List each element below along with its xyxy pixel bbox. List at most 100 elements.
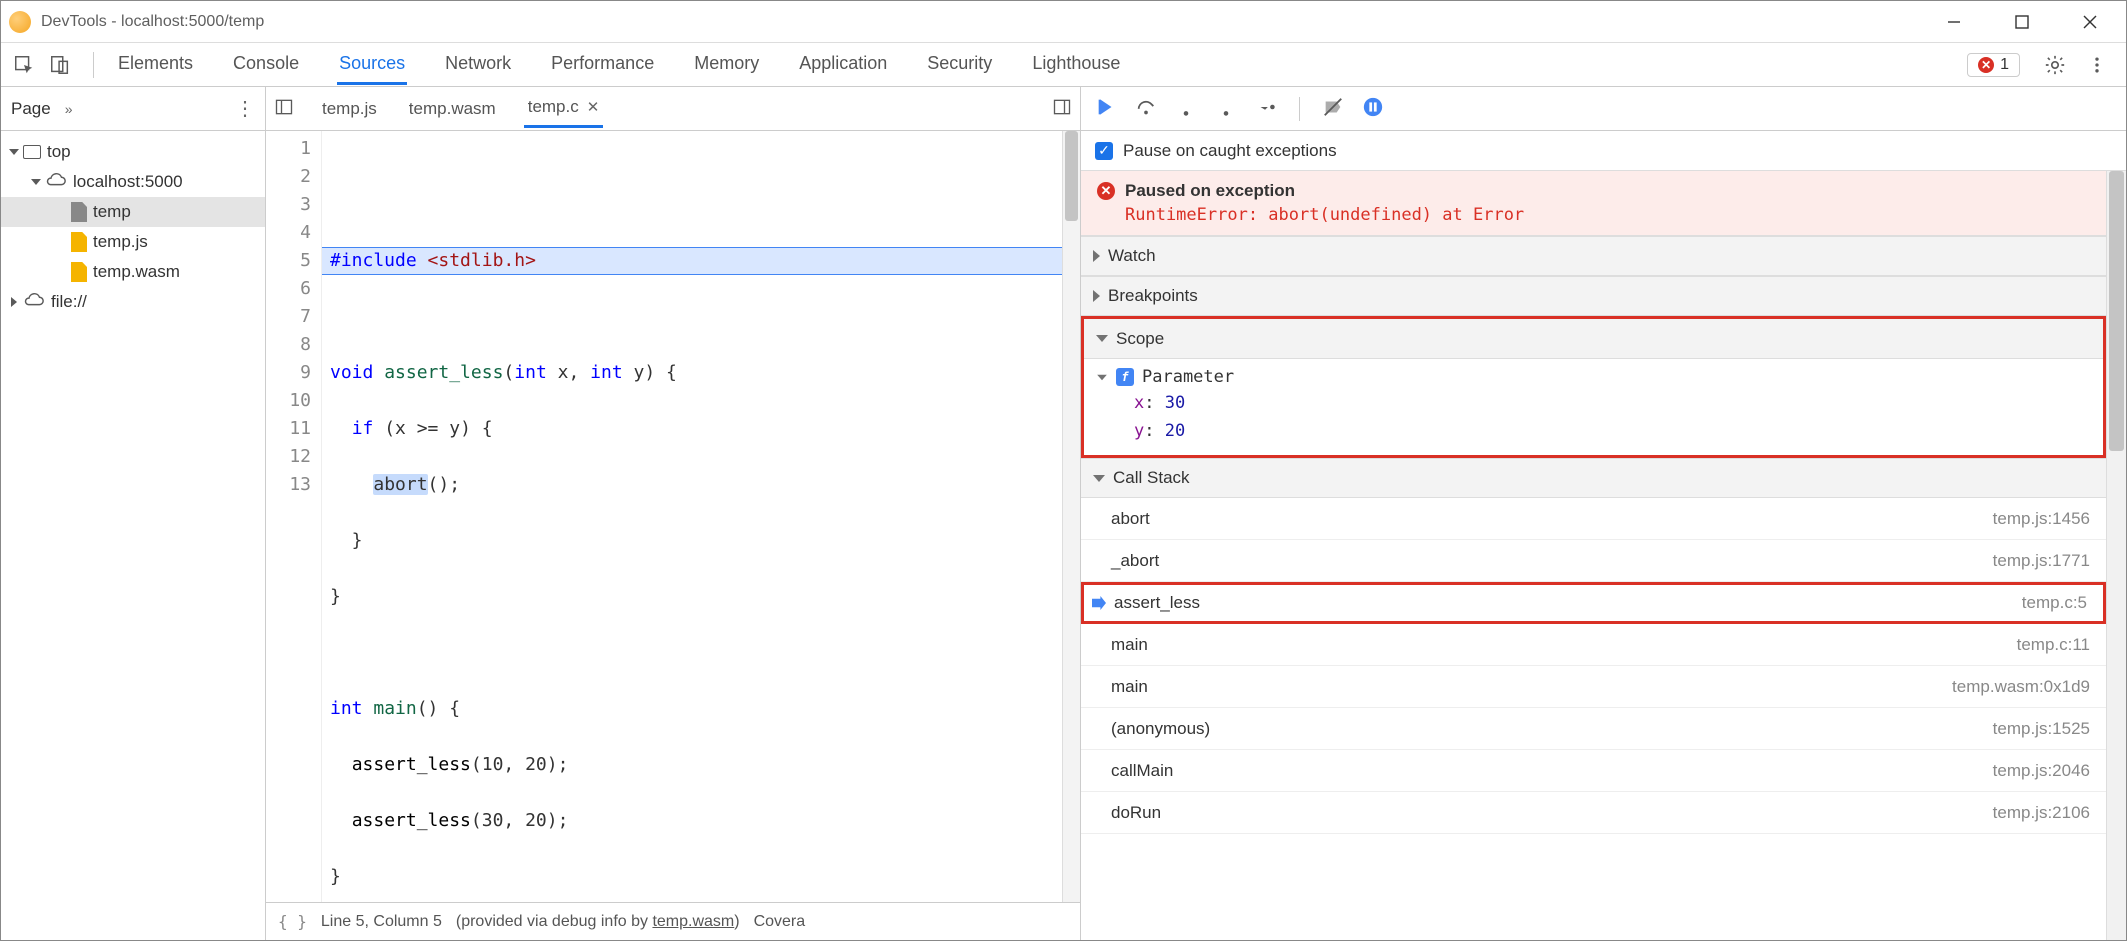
exception-title: Paused on exception	[1125, 181, 1295, 201]
stack-frame-current[interactable]: assert_lesstemp.c:5	[1081, 582, 2106, 624]
file-tree: top localhost:5000 temp temp.js t	[1, 131, 265, 323]
resume-button[interactable]	[1095, 96, 1117, 121]
deactivate-breakpoints-button[interactable]	[1322, 96, 1344, 121]
scrollbar-thumb[interactable]	[2109, 171, 2124, 451]
debug-content: ✕ Paused on exception RuntimeError: abort…	[1081, 171, 2106, 940]
coverage-label: Covera	[754, 913, 806, 931]
breakpoints-section-header[interactable]: Breakpoints	[1081, 276, 2106, 316]
main-toolbar: Elements Console Sources Network Perform…	[1, 43, 2126, 87]
pause-on-caught-checkbox[interactable]: ✓	[1095, 142, 1113, 160]
stack-frame[interactable]: _aborttemp.js:1771	[1081, 540, 2106, 582]
window-controls	[1934, 7, 2110, 37]
cloud-icon	[45, 172, 67, 193]
expand-icon	[1096, 335, 1108, 342]
expand-icon[interactable]	[9, 149, 19, 155]
step-out-button[interactable]	[1215, 96, 1237, 121]
more-icon[interactable]	[2084, 52, 2110, 78]
tab-security[interactable]: Security	[925, 45, 994, 85]
scope-var-y[interactable]: y: 20	[1084, 417, 2103, 445]
editor-tab-tempjs[interactable]: temp.js	[318, 91, 381, 127]
paused-exception-box: ✕ Paused on exception RuntimeError: abort…	[1081, 171, 2106, 236]
tab-application[interactable]: Application	[797, 45, 889, 85]
stack-frame[interactable]: doRuntemp.js:2106	[1081, 792, 2106, 834]
editor-scrollbar[interactable]	[1062, 131, 1080, 902]
scope-group-parameter[interactable]: f Parameter	[1084, 365, 2103, 389]
editor-status-bar: { } Line 5, Column 5 (provided via debug…	[266, 902, 1080, 940]
tab-elements[interactable]: Elements	[116, 45, 195, 85]
tab-performance[interactable]: Performance	[549, 45, 656, 85]
step-into-button[interactable]	[1175, 96, 1197, 121]
window-frame-icon	[23, 145, 41, 159]
tab-network[interactable]: Network	[443, 45, 513, 85]
debug-info-link[interactable]: temp.wasm	[652, 913, 734, 930]
tab-console[interactable]: Console	[231, 45, 301, 85]
expand-icon	[1093, 250, 1100, 262]
toggle-debugger-icon[interactable]	[1052, 97, 1072, 120]
exception-message: RuntimeError: abort(undefined) at Error	[1125, 205, 2090, 225]
tree-label: file://	[51, 292, 87, 312]
editor-tab-tempwasm[interactable]: temp.wasm	[405, 91, 500, 127]
cursor-position: Line 5, Column 5	[321, 913, 442, 931]
pause-on-caught-label: Pause on caught exceptions	[1123, 141, 1337, 161]
scope-group-label: Parameter	[1142, 367, 1234, 387]
tree-label: localhost:5000	[73, 172, 183, 192]
step-over-button[interactable]	[1135, 96, 1157, 121]
tree-top[interactable]: top	[1, 137, 265, 167]
tree-file-tempjs[interactable]: temp.js	[1, 227, 265, 257]
code-content[interactable]: #include <stdlib.h> void assert_less(int…	[322, 131, 1062, 902]
scope-var-x[interactable]: x: 30	[1084, 389, 2103, 417]
toggle-navigator-icon[interactable]	[274, 97, 294, 120]
page-panel-more-icon[interactable]: ⋮	[235, 96, 255, 121]
tab-memory[interactable]: Memory	[692, 45, 761, 85]
expand-icon	[1097, 374, 1107, 380]
tree-file-tempwasm[interactable]: temp.wasm	[1, 257, 265, 287]
page-panel-header: Page » ⋮	[1, 87, 265, 131]
separator	[93, 52, 94, 78]
step-button[interactable]	[1255, 96, 1277, 121]
pretty-print-icon[interactable]: { }	[278, 912, 307, 931]
scope-content: f Parameter x: 30 y: 20	[1084, 359, 2103, 455]
tab-sources[interactable]: Sources	[337, 45, 407, 85]
settings-icon[interactable]	[2042, 52, 2068, 78]
tab-lighthouse[interactable]: Lighthouse	[1030, 45, 1122, 85]
separator	[1299, 97, 1300, 121]
stack-frame[interactable]: aborttemp.js:1456	[1081, 498, 2106, 540]
app-icon	[9, 11, 31, 33]
scrollbar-thumb[interactable]	[1065, 131, 1078, 221]
stack-frame[interactable]: callMaintemp.js:2046	[1081, 750, 2106, 792]
chevron-right-icon[interactable]: »	[65, 101, 73, 117]
window-title: DevTools - localhost:5000/temp	[41, 13, 1934, 31]
stack-frame[interactable]: maintemp.c:11	[1081, 624, 2106, 666]
editor-tab-tempc[interactable]: temp.c✕	[524, 89, 604, 128]
tree-file-temp[interactable]: temp	[1, 197, 265, 227]
stack-frame[interactable]: maintemp.wasm:0x1d9	[1081, 666, 2106, 708]
watch-section-header[interactable]: Watch	[1081, 236, 2106, 276]
tree-file-scheme[interactable]: file://	[1, 287, 265, 317]
error-count-badge[interactable]: ✕ 1	[1967, 53, 2020, 77]
page-panel: Page » ⋮ top localhost:5000 t	[1, 87, 266, 940]
tree-host[interactable]: localhost:5000	[1, 167, 265, 197]
pause-on-exceptions-button[interactable]	[1362, 96, 1384, 121]
scope-section-header[interactable]: Scope	[1084, 319, 2103, 359]
stack-frame[interactable]: (anonymous)temp.js:1525	[1081, 708, 2106, 750]
callstack-section-header[interactable]: Call Stack	[1081, 458, 2106, 498]
minimize-button[interactable]	[1934, 7, 1974, 37]
error-icon: ✕	[1097, 182, 1115, 200]
devtools-window: DevTools - localhost:5000/temp Elements …	[0, 0, 2127, 941]
close-button[interactable]	[2070, 7, 2110, 37]
close-tab-icon[interactable]: ✕	[587, 98, 600, 116]
code-editor[interactable]: 12345678910111213 #include <stdlib.h> vo…	[266, 131, 1080, 902]
line-gutter: 12345678910111213	[266, 131, 322, 902]
expand-icon[interactable]	[11, 297, 17, 307]
debug-toolbar	[1081, 87, 2126, 131]
expand-icon[interactable]	[31, 179, 41, 185]
device-toggle-icon[interactable]	[45, 50, 75, 80]
page-panel-title[interactable]: Page	[11, 99, 51, 119]
debug-scrollbar[interactable]	[2106, 171, 2126, 940]
tree-label: top	[47, 142, 71, 162]
maximize-button[interactable]	[2002, 7, 2042, 37]
inspect-icon[interactable]	[9, 50, 39, 80]
cloud-icon	[23, 292, 45, 313]
titlebar: DevTools - localhost:5000/temp	[1, 1, 2126, 43]
tree-label: temp.js	[93, 232, 148, 252]
